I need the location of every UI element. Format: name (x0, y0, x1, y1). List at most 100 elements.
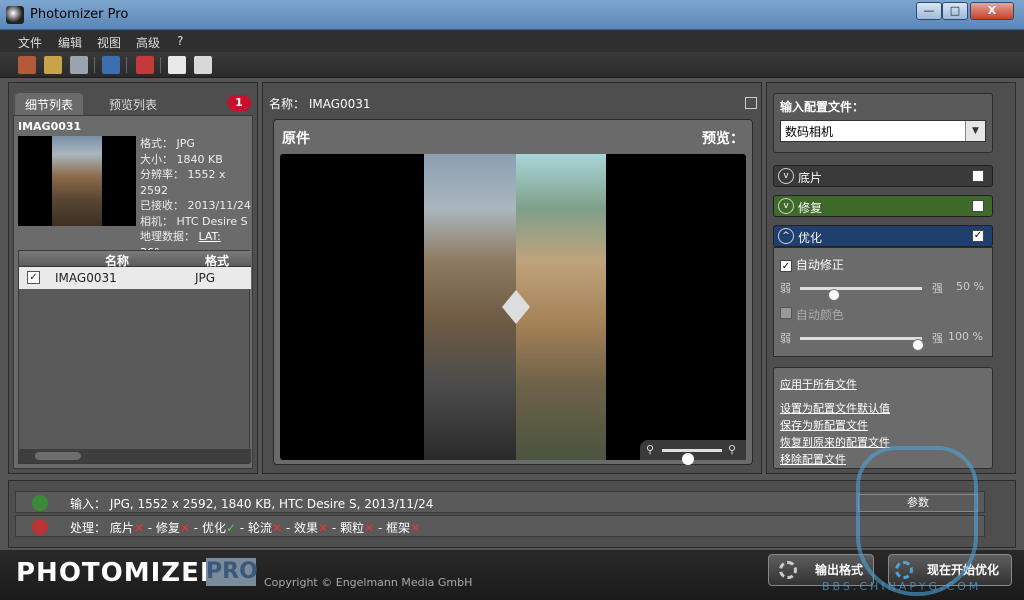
brand-pro-logo: PRO (206, 558, 258, 586)
step-optimize: 优化 (201, 521, 226, 535)
remove-profile-link[interactable]: 移除配置文件 (780, 451, 846, 467)
expand-icon[interactable] (745, 97, 757, 109)
input-profile-box: 输入配置文件： 数码相机 ▼ (773, 93, 993, 153)
tab-preview-list[interactable]: 预览列表 (99, 93, 167, 115)
viewer-frame: 原件 预览： ⚲ ⚲ (273, 119, 753, 465)
remove-icon[interactable] (136, 56, 154, 74)
maximize-button[interactable]: □ (942, 2, 968, 20)
chevron-down-icon[interactable]: ▼ (965, 121, 985, 141)
menu-view[interactable]: 视图 (97, 34, 121, 51)
step-negative: 底片 (109, 521, 134, 535)
auto-correct-option[interactable]: ✓ 自动修正 (780, 256, 844, 273)
auto-color-value: 100 % (948, 330, 983, 343)
scrollbar-thumb[interactable] (35, 452, 81, 460)
enabled-check-icon: ✓ (225, 521, 237, 535)
horizontal-scrollbar[interactable] (19, 449, 251, 463)
single-view-icon[interactable] (168, 56, 186, 74)
zoom-in-icon[interactable]: ⚲ (728, 443, 736, 456)
split-view-icon[interactable] (194, 56, 212, 74)
table-row[interactable]: ✓ IMAG0031 JPG (19, 267, 251, 289)
restore-profile-link[interactable]: 恢复到原来的配置文件 (780, 434, 890, 450)
process-label: 处理： (70, 521, 107, 535)
toolbar (0, 52, 1024, 78)
status-input-text: 输入： JPG, 1552 x 2592, 1840 KB, HTC Desir… (70, 497, 434, 511)
close-button[interactable]: X (970, 2, 1014, 20)
file-count-badge: 1 (227, 95, 251, 111)
optimize-settings: ✓ 自动修正 弱 强 50 % 自动颜色 弱 强 100 % (773, 247, 993, 357)
status-input-row: 输入： JPG, 1552 x 2592, 1840 KB, HTC Desir… (15, 491, 985, 513)
thumbnail (18, 136, 136, 226)
row-checkbox[interactable]: ✓ (27, 271, 40, 284)
auto-color-checkbox[interactable] (780, 307, 792, 319)
section-optimize-checkbox[interactable]: ✓ (972, 230, 984, 242)
minimize-button[interactable]: — (916, 2, 942, 20)
center-panel: 名称： IMAG0031 原件 预览： ⚲ ⚲ (262, 82, 762, 474)
zoom-slider[interactable] (662, 449, 722, 465)
section-repair[interactable]: v 修复 (773, 195, 993, 217)
save-new-profile-link[interactable]: 保存为新配置文件 (780, 417, 868, 433)
image-name-label: 名称： IMAG0031 (269, 97, 371, 111)
zoom-slider-knob[interactable] (682, 453, 694, 465)
menu-file[interactable]: 文件 (18, 34, 42, 51)
section-repair-checkbox[interactable] (972, 200, 984, 212)
toolbar-separator (160, 57, 161, 73)
auto-correct-slider-row: 弱 强 50 % (780, 280, 988, 301)
disabled-x-icon: ✕ (318, 521, 329, 535)
auto-correct-checkbox[interactable]: ✓ (780, 260, 792, 272)
slider-knob[interactable] (912, 339, 924, 351)
process-icon (32, 519, 48, 535)
scan-icon[interactable] (70, 56, 88, 74)
title-bar: Photomizer Pro — □ X (0, 0, 1024, 30)
set-default-link[interactable]: 设置为配置文件默认值 (780, 400, 890, 416)
row-format: JPG (195, 271, 216, 285)
copyright-text: Copyright © Engelmann Media GmbH (264, 576, 473, 589)
input-profile-select[interactable]: 数码相机 ▼ (780, 120, 986, 142)
profile-actions: 应用于所有文件 设置为配置文件默认值 保存为新配置文件 恢复到原来的配置文件 移… (773, 367, 993, 469)
step-rotate: 轮流 (247, 521, 272, 535)
profile-selected-value: 数码相机 (785, 125, 834, 139)
input-profile-label: 输入配置文件： (780, 100, 865, 114)
chevron-down-icon[interactable]: v (778, 168, 794, 184)
save-icon[interactable] (102, 56, 120, 74)
section-optimize[interactable]: ^ 优化 ✓ (773, 225, 993, 247)
step-effects: 效果 (294, 521, 319, 535)
chevron-up-icon[interactable]: ^ (778, 228, 794, 244)
strong-label: 强 (932, 282, 943, 295)
section-negative[interactable]: v 底片 (773, 165, 993, 187)
original-label: 原件 (282, 131, 310, 147)
meta-geo-label: 地理数据： (140, 230, 195, 243)
file-list: 名称 格式 ✓ IMAG0031 JPG (18, 250, 251, 464)
weak-label: 弱 (780, 282, 791, 295)
meta-camera: 相机： HTC Desire S (140, 214, 248, 228)
thumbnail-image (52, 136, 102, 226)
right-panel: 输入配置文件： 数码相机 ▼ v 底片 v 修复 ^ 优化 ✓ ✓ 自动修正 弱… (766, 82, 1016, 474)
step-repair: 修复 (155, 521, 180, 535)
apply-all-link[interactable]: 应用于所有文件 (780, 376, 857, 392)
disabled-x-icon: ✕ (272, 521, 283, 535)
menu-advanced[interactable]: 高级 (136, 34, 160, 51)
open-folder-icon[interactable] (44, 56, 62, 74)
auto-color-slider[interactable] (800, 337, 924, 351)
auto-color-option[interactable]: 自动颜色 (780, 306, 844, 323)
slider-knob[interactable] (828, 289, 840, 301)
tab-detail-list[interactable]: 细节列表 (15, 93, 84, 115)
auto-correct-value: 50 % (956, 280, 984, 293)
start-optimize-label: 现在开始优化 (927, 563, 1000, 577)
parameters-button[interactable]: 参数 (858, 494, 978, 512)
zoom-out-icon[interactable]: ⚲ (646, 443, 654, 456)
chevron-down-icon[interactable]: v (778, 198, 794, 214)
auto-correct-slider[interactable] (800, 287, 922, 301)
menu-edit[interactable]: 编辑 (58, 34, 82, 51)
open-image-icon[interactable] (18, 56, 36, 74)
row-name: IMAG0031 (55, 271, 117, 285)
input-icon (32, 495, 48, 511)
image-viewer[interactable]: ⚲ ⚲ (280, 154, 746, 465)
section-negative-checkbox[interactable] (972, 170, 984, 182)
export-format-label: 输出格式 (815, 563, 864, 577)
section-optimize-label: 优化 (798, 231, 823, 245)
app-camera-icon (6, 6, 24, 24)
toolbar-separator (94, 57, 95, 73)
preview-label: 预览： (702, 131, 744, 147)
menu-help[interactable]: ? (177, 34, 183, 48)
strong-label: 强 (932, 332, 943, 345)
